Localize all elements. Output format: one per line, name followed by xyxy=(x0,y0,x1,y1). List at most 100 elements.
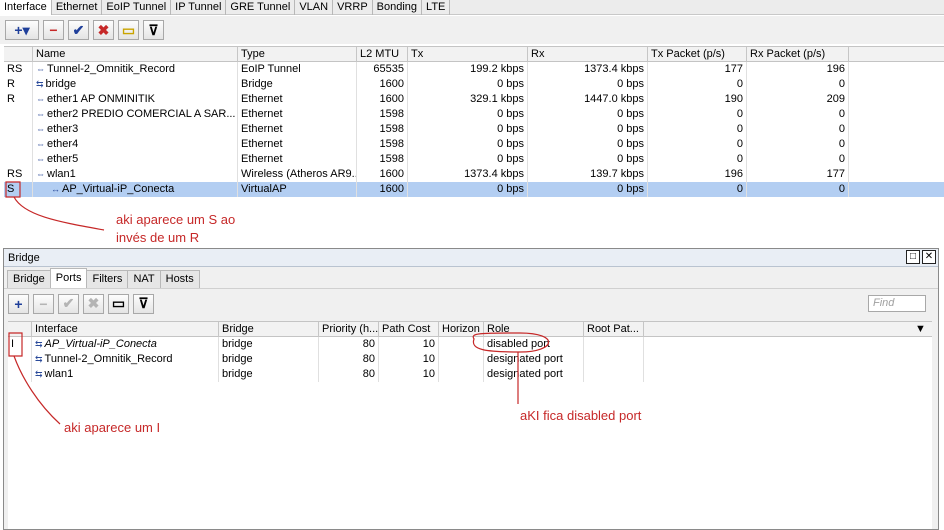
header-tx[interactable]: Tx xyxy=(408,47,528,62)
header-flags[interactable] xyxy=(4,47,33,62)
tab-bonding[interactable]: Bonding xyxy=(373,0,423,15)
cell-root_path xyxy=(584,367,644,382)
bridge-comment-button[interactable]: ▭ xyxy=(108,293,129,314)
maximize-button[interactable]: □ xyxy=(906,250,920,264)
tab-vlan[interactable]: VLAN xyxy=(295,0,334,15)
filter-button[interactable]: ⊽ xyxy=(143,20,164,40)
header-priority[interactable]: Priority (h... xyxy=(319,322,379,337)
cell-type: Ethernet xyxy=(238,92,357,107)
add-icon: + xyxy=(14,295,23,312)
header-root-path[interactable]: Root Pat... xyxy=(584,322,644,337)
port-interface-name: AP_Virtual-iP_Conecta xyxy=(44,338,157,350)
header-interface[interactable]: Interface xyxy=(32,322,219,337)
cell-role: designated port xyxy=(484,352,584,367)
tab-nat[interactable]: NAT xyxy=(127,270,161,288)
bridge-enable-button[interactable]: ✔ xyxy=(58,293,79,314)
cell-name: ⇔ ether5 xyxy=(33,152,238,167)
tab-filters[interactable]: Filters xyxy=(86,270,129,288)
interface-row[interactable]: R ⇔ ether1 AP ONMINITIK Ethernet 1600 329.1 k… xyxy=(4,92,944,107)
interface-icon: ⇔ xyxy=(36,109,45,119)
cell-horizon xyxy=(439,367,484,382)
find-input[interactable]: Find xyxy=(868,295,926,312)
cell-name: ⇔ wlan1 xyxy=(33,167,238,182)
tab-eoip-tunnel[interactable]: EoIP Tunnel xyxy=(102,0,172,15)
cell-flag xyxy=(4,137,33,152)
header-tx-packet[interactable]: Tx Packet (p/s) xyxy=(648,47,747,62)
header-bridge[interactable]: Bridge xyxy=(219,322,319,337)
bridge-port-row[interactable]: ⇆ Tunnel-2_Omnitik_Record bridge 80 10 design… xyxy=(8,352,932,367)
cell-l2mtu: 1600 xyxy=(357,167,408,182)
cell-name: ↔ AP_Virtual-iP_Conecta xyxy=(33,182,238,197)
interface-row[interactable]: ⇔ ether3 Ethernet 1598 0 bps 0 bps 0 0 xyxy=(4,122,944,137)
tab-interface[interactable]: Interface xyxy=(0,0,52,15)
cell-flag: S xyxy=(4,182,33,197)
tab-bridge[interactable]: Bridge xyxy=(7,270,51,288)
header-horizon[interactable]: Horizon xyxy=(439,322,484,337)
disable-button[interactable]: ✖ xyxy=(93,20,114,40)
cell-role: designated port xyxy=(484,367,584,382)
cell-name: ⇔ ether2 PREDIO COMERCIAL A SAR... xyxy=(33,107,238,122)
cell-tx: 0 bps xyxy=(408,107,528,122)
bridge-add-button[interactable]: + xyxy=(8,293,29,314)
header-rx[interactable]: Rx xyxy=(528,47,648,62)
bridge-port-row[interactable]: ⇆ wlan1 bridge 80 10 designated port xyxy=(8,367,932,382)
close-button[interactable]: ✕ xyxy=(922,250,936,264)
cell-bridge: bridge xyxy=(219,352,319,367)
tab-ethernet[interactable]: Ethernet xyxy=(52,0,103,15)
header-role[interactable]: Role xyxy=(484,322,584,337)
cell-l2mtu: 1600 xyxy=(357,182,408,197)
interface-row[interactable]: RS ⇔ wlan1 Wireless (Atheros AR9... 1600 1373… xyxy=(4,167,944,182)
bridge-filter-button[interactable]: ⊽ xyxy=(133,293,154,314)
tab-lte[interactable]: LTE xyxy=(422,0,451,15)
interface-row[interactable]: RS ⇔ Tunnel-2_Omnitik_Record EoIP Tunnel 655… xyxy=(4,62,944,77)
interface-tabs: Interface Ethernet EoIP Tunnel IP Tunnel… xyxy=(0,0,944,15)
interface-row[interactable]: S ↔ AP_Virtual-iP_Conecta VirtualAP 1600 0 bp… xyxy=(4,182,944,197)
header-l2mtu[interactable]: L2 MTU xyxy=(357,47,408,62)
cell-type: Bridge xyxy=(238,77,357,92)
cell-priority: 80 xyxy=(319,337,379,352)
remove-button[interactable]: − xyxy=(43,20,64,40)
header-path-cost[interactable]: Path Cost xyxy=(379,322,439,337)
cell-path_cost: 10 xyxy=(379,337,439,352)
interface-row[interactable]: R ⇆ bridge Bridge 1600 0 bps 0 bps 0 0 xyxy=(4,77,944,92)
interface-name: AP_Virtual-iP_Conecta xyxy=(62,183,175,195)
tab-ip-tunnel[interactable]: IP Tunnel xyxy=(171,0,227,15)
tab-vrrp[interactable]: VRRP xyxy=(333,0,373,15)
add-button[interactable]: +▾ xyxy=(5,20,39,40)
header-rx-packet[interactable]: Rx Packet (p/s) xyxy=(747,47,849,62)
header-type[interactable]: Type xyxy=(238,47,357,62)
tab-ports[interactable]: Ports xyxy=(49,268,88,288)
header-flags[interactable] xyxy=(8,322,32,337)
add-icon: +▾ xyxy=(14,21,30,38)
cell-rx: 1447.0 kbps xyxy=(528,92,648,107)
cell-interface: ⇆ AP_Virtual-iP_Conecta xyxy=(32,337,219,352)
interface-row[interactable]: ⇔ ether2 PREDIO COMERCIAL A SAR... Etherne… xyxy=(4,107,944,122)
cell-txp: 0 xyxy=(648,122,747,137)
cell-l2mtu: 1598 xyxy=(357,107,408,122)
cell-tx: 329.1 kbps xyxy=(408,92,528,107)
cell-horizon xyxy=(439,337,484,352)
interface-row[interactable]: ⇔ ether4 Ethernet 1598 0 bps 0 bps 0 0 xyxy=(4,137,944,152)
cell-rx: 139.7 kbps xyxy=(528,167,648,182)
interface-row[interactable]: ⇔ ether5 Ethernet 1598 0 bps 0 bps 0 0 xyxy=(4,152,944,167)
enable-button[interactable]: ✔ xyxy=(68,20,89,40)
bridge-remove-button[interactable]: − xyxy=(33,293,54,314)
comment-button[interactable]: ▭ xyxy=(118,20,139,40)
cell-tx: 1373.4 kbps xyxy=(408,167,528,182)
tab-hosts[interactable]: Hosts xyxy=(159,270,200,288)
cell-path_cost: 10 xyxy=(379,367,439,382)
bridge-disable-button[interactable]: ✖ xyxy=(83,293,104,314)
cell-tx: 0 bps xyxy=(408,77,528,92)
cell-name: ⇔ ether4 xyxy=(33,137,238,152)
cell-tx: 0 bps xyxy=(408,152,528,167)
bridge-port-row[interactable]: I ⇆ AP_Virtual-iP_Conecta bridge 80 10 disable… xyxy=(8,337,932,352)
annotation-s-flag-1: aki aparece um S ao xyxy=(116,212,236,227)
column-dropdown-button[interactable]: ▼ xyxy=(912,322,932,337)
cell-rxp: 0 xyxy=(747,137,849,152)
cell-rx: 0 bps xyxy=(528,122,648,137)
header-name[interactable]: Name xyxy=(33,47,238,62)
interface-name: ether4 xyxy=(47,138,79,150)
tab-gre-tunnel[interactable]: GRE Tunnel xyxy=(226,0,296,15)
cell-tx: 0 bps xyxy=(408,182,528,197)
cell-name: ⇔ Tunnel-2_Omnitik_Record xyxy=(33,62,238,77)
